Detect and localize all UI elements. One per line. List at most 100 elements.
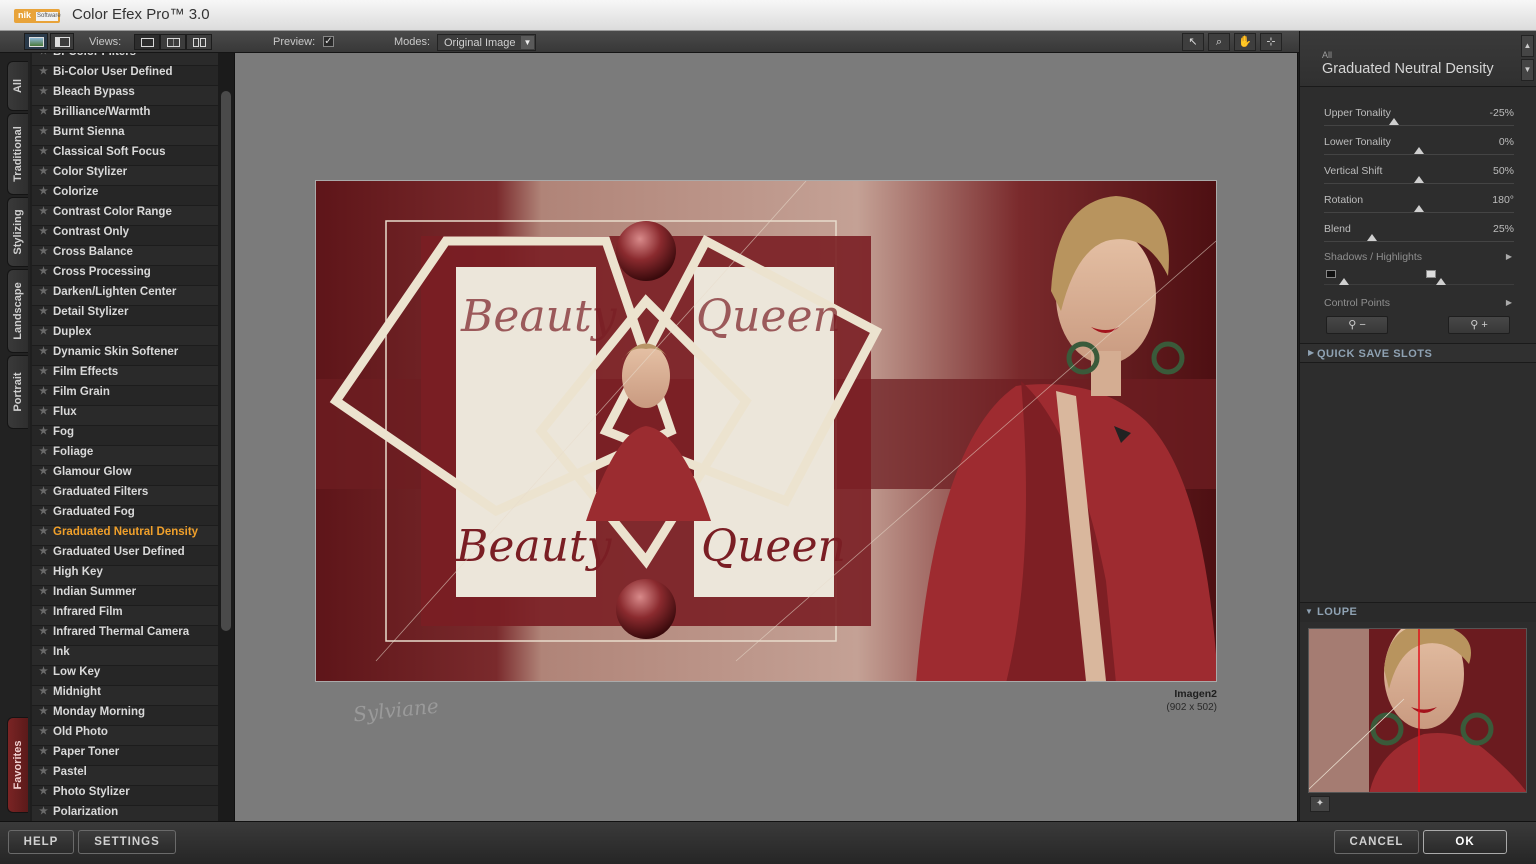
favorite-star-icon[interactable]: ★ (39, 606, 48, 617)
favorite-star-icon[interactable]: ★ (39, 266, 48, 277)
favorite-star-icon[interactable]: ★ (39, 486, 48, 497)
slider-rotation[interactable]: Rotation 180° (1324, 194, 1514, 222)
favorite-star-icon[interactable]: ★ (39, 286, 48, 297)
menu-down-button[interactable]: ▼ (1521, 59, 1534, 81)
favorite-star-icon[interactable]: ★ (39, 686, 48, 697)
favorite-star-icon[interactable]: ★ (39, 766, 48, 777)
filter-list-item[interactable]: ★ Brilliance/Warmth (32, 106, 218, 126)
filter-list-item[interactable]: ★ Film Effects (32, 366, 218, 386)
favorite-star-icon[interactable]: ★ (39, 726, 48, 737)
favorite-star-icon[interactable]: ★ (39, 366, 48, 377)
filter-list-item[interactable]: ★ Graduated Fog (32, 506, 218, 526)
loupe-header[interactable]: ▼ LOUPE (1300, 602, 1536, 622)
slider-lower-tonality[interactable]: Lower Tonality 0% (1324, 136, 1514, 164)
preview-canvas[interactable]: Beauty Queen Beauty Queen Imagen2 (902 x… (234, 53, 1298, 821)
filter-list-item[interactable]: ★ Bleach Bypass (32, 86, 218, 106)
filter-list-scrollbar[interactable] (218, 53, 234, 821)
filter-list-item[interactable]: ★ Graduated User Defined (32, 546, 218, 566)
modes-select[interactable]: Original Image ▼ (437, 34, 536, 51)
filter-list-item[interactable]: ★ Graduated Filters (32, 486, 218, 506)
cancel-button[interactable]: CANCEL (1334, 830, 1419, 854)
favorite-star-icon[interactable]: ★ (39, 53, 48, 57)
filter-list-item[interactable]: ★ Darken/Lighten Center (32, 286, 218, 306)
favorite-star-icon[interactable]: ★ (39, 626, 48, 637)
filter-list-item[interactable]: ★ Low Key (32, 666, 218, 686)
settings-button[interactable]: SETTINGS (78, 830, 176, 854)
slider-track[interactable] (1324, 212, 1514, 213)
filter-list-item[interactable]: ★ Burnt Sienna (32, 126, 218, 146)
filter-list-item[interactable]: ★ Graduated Neutral Density (32, 526, 218, 546)
slider-knob[interactable] (1366, 234, 1377, 241)
slider-blend[interactable]: Blend 25% (1324, 223, 1514, 251)
view-mode-image-button[interactable] (24, 33, 48, 50)
control-point-tool-button[interactable]: ⊹ (1260, 33, 1282, 51)
view-split-button[interactable] (160, 34, 186, 50)
loupe-pin-button[interactable]: ✦ (1310, 796, 1330, 812)
favorite-star-icon[interactable]: ★ (39, 306, 48, 317)
favorite-star-icon[interactable]: ★ (39, 506, 48, 517)
favorite-star-icon[interactable]: ★ (39, 186, 48, 197)
favorite-star-icon[interactable]: ★ (39, 226, 48, 237)
zoom-tool-button[interactable]: ⌕ (1208, 33, 1230, 51)
slider-knob[interactable] (1414, 205, 1424, 212)
quick-save-slots-header[interactable]: ▶ QUICK SAVE SLOTS (1300, 343, 1536, 363)
tab-all[interactable]: All (7, 61, 28, 111)
filter-list-item[interactable]: ★ Infrared Film (32, 606, 218, 626)
slider-knob[interactable] (1414, 147, 1424, 154)
favorite-star-icon[interactable]: ★ (39, 706, 48, 717)
filter-list-item[interactable]: ★ Cross Balance (32, 246, 218, 266)
favorite-star-icon[interactable]: ★ (39, 406, 48, 417)
filter-list-item[interactable]: ★ Indian Summer (32, 586, 218, 606)
help-button[interactable]: HELP (8, 830, 74, 854)
favorite-star-icon[interactable]: ★ (39, 446, 48, 457)
filter-list-item[interactable]: ★ Paper Toner (32, 746, 218, 766)
favorite-star-icon[interactable]: ★ (39, 146, 48, 157)
tab-portrait[interactable]: Portrait (7, 355, 28, 429)
slider-knob[interactable] (1389, 118, 1400, 125)
favorite-star-icon[interactable]: ★ (39, 206, 48, 217)
expand-arrow-icon[interactable]: ▶ (1506, 298, 1512, 307)
view-single-button[interactable] (134, 34, 160, 50)
preview-checkbox[interactable]: ✓ (323, 36, 334, 47)
slider-knob[interactable] (1414, 176, 1424, 183)
slider-track[interactable] (1324, 154, 1514, 155)
filter-list-item[interactable]: ★ Old Photo (32, 726, 218, 746)
favorite-star-icon[interactable]: ★ (39, 166, 48, 177)
filter-list-item[interactable]: ★ Monday Morning (32, 706, 218, 726)
filter-list-item[interactable]: ★ Infrared Thermal Camera (32, 626, 218, 646)
filter-list-item[interactable]: ★ Contrast Color Range (32, 206, 218, 226)
collapse-up-button[interactable]: ▲ (1521, 35, 1534, 57)
filter-list-item[interactable]: ★ Polarization (32, 806, 218, 821)
filter-list-item[interactable]: ★ Classical Soft Focus (32, 146, 218, 166)
add-control-point-button[interactable]: ⚲ + (1448, 316, 1510, 334)
ok-button[interactable]: OK (1423, 830, 1507, 854)
favorite-star-icon[interactable]: ★ (39, 106, 48, 117)
scrollbar-thumb[interactable] (221, 91, 231, 631)
filter-list-item[interactable]: ★ Colorize (32, 186, 218, 206)
favorite-star-icon[interactable]: ★ (39, 526, 48, 537)
filter-list-item[interactable]: ★ Bi-Color Filters (32, 53, 218, 66)
filter-list-item[interactable]: ★ Photo Stylizer (32, 786, 218, 806)
hand-tool-button[interactable]: ✋ (1234, 33, 1256, 51)
favorite-star-icon[interactable]: ★ (39, 806, 48, 817)
remove-control-point-button[interactable]: ⚲ − (1326, 316, 1388, 334)
filter-list-item[interactable]: ★ Glamour Glow (32, 466, 218, 486)
favorite-star-icon[interactable]: ★ (39, 386, 48, 397)
highlights-slider[interactable] (1324, 267, 1514, 295)
favorite-star-icon[interactable]: ★ (39, 426, 48, 437)
filter-list-item[interactable]: ★ Contrast Only (32, 226, 218, 246)
filter-list-item[interactable]: ★ Pastel (32, 766, 218, 786)
favorite-star-icon[interactable]: ★ (39, 646, 48, 657)
filter-list-item[interactable]: ★ Flux (32, 406, 218, 426)
filter-list-item[interactable]: ★ Midnight (32, 686, 218, 706)
filter-list-item[interactable]: ★ Bi-Color User Defined (32, 66, 218, 86)
favorite-star-icon[interactable]: ★ (39, 586, 48, 597)
favorite-star-icon[interactable]: ★ (39, 546, 48, 557)
pointer-tool-button[interactable]: ↖ (1182, 33, 1204, 51)
slider-vertical-shift[interactable]: Vertical Shift 50% (1324, 165, 1514, 193)
preview-image[interactable]: Beauty Queen Beauty Queen (315, 180, 1217, 682)
tab-favorites[interactable]: Favorites (7, 717, 28, 813)
filter-list-item[interactable]: ★ Duplex (32, 326, 218, 346)
favorite-star-icon[interactable]: ★ (39, 346, 48, 357)
favorite-star-icon[interactable]: ★ (39, 786, 48, 797)
